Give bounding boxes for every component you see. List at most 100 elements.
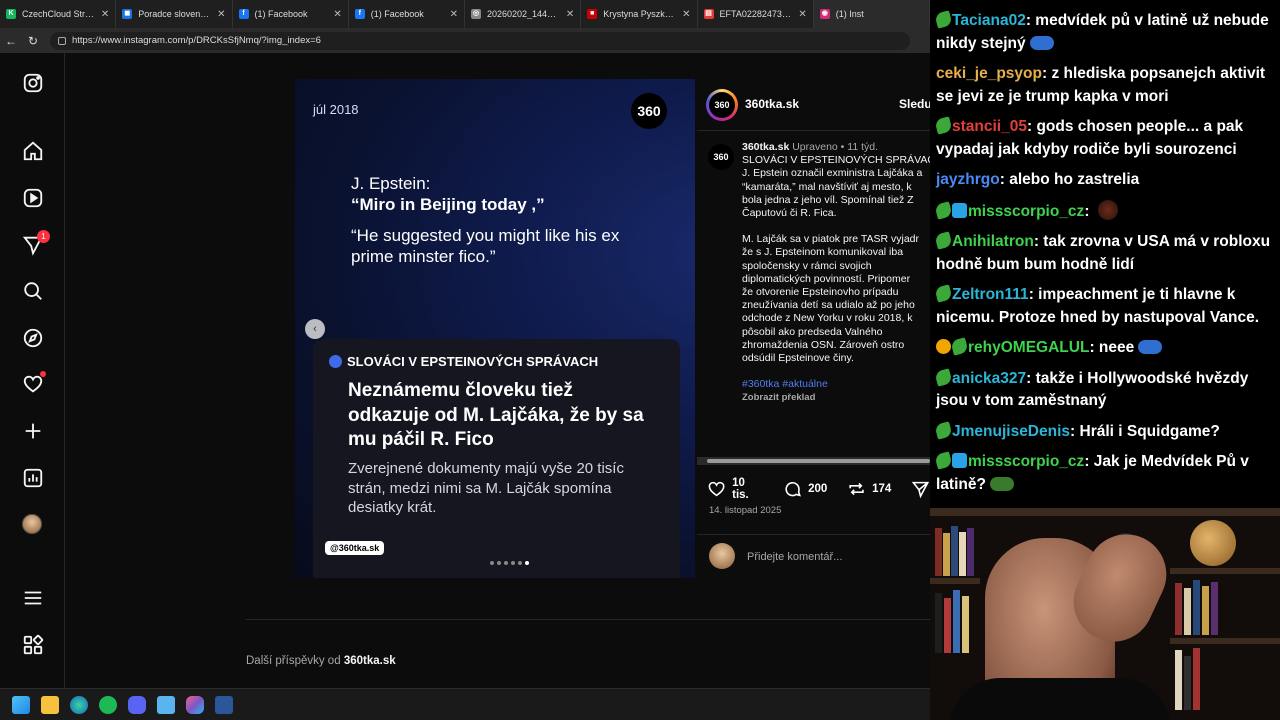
- card-kicker: SLOVÁCI V EPSTEINOVÝCH SPRÁVACH: [329, 354, 598, 369]
- chat-username[interactable]: jayzhrgo: [936, 171, 1000, 188]
- carousel-dot[interactable]: [497, 561, 501, 565]
- repost-count: 174: [872, 483, 892, 495]
- tab-close-icon[interactable]: ✕: [450, 9, 458, 20]
- chat-username[interactable]: JmenujiseDenis: [952, 423, 1070, 440]
- meta-apps-icon[interactable]: [22, 634, 44, 656]
- menu-icon[interactable]: [22, 587, 44, 609]
- chat-username[interactable]: Taciana02: [952, 12, 1026, 29]
- messages-icon[interactable]: 1: [22, 230, 50, 256]
- more-posts-user[interactable]: 360tka.sk: [344, 655, 396, 667]
- quote-name: J. Epstein:: [351, 174, 431, 193]
- discord-icon[interactable]: [128, 695, 146, 714]
- carousel-dot[interactable]: [518, 561, 522, 565]
- reels-icon[interactable]: [22, 187, 44, 209]
- instagram-logo-icon[interactable]: [22, 72, 44, 94]
- site-info-icon[interactable]: [58, 36, 66, 45]
- like-icon[interactable]: [707, 479, 726, 499]
- more-posts-heading: Další příspěvky od 360tka.sk: [246, 655, 396, 667]
- carousel-dot-active[interactable]: [525, 561, 529, 565]
- tab-close-icon[interactable]: ✕: [217, 9, 225, 20]
- quote-line-1: “Miro in Beijing today ,”: [351, 195, 545, 214]
- caption-line: odchode z New Yorku v roku 2018, k: [742, 312, 913, 325]
- chat-username[interactable]: rehyOMEGALUL: [968, 339, 1089, 356]
- tab-close-icon[interactable]: ✕: [101, 9, 109, 20]
- caption-line: Čaputovú či R. Fica.: [742, 207, 837, 220]
- caption-line: M. Lajčák sa v piatok pre TASR vyjadr: [742, 233, 920, 246]
- browser-tab[interactable]: ◎ 20260202_144818.jpg (1 ✕: [465, 0, 582, 28]
- carousel-dot[interactable]: [490, 561, 494, 565]
- leaf-badge-icon: [934, 116, 953, 135]
- webcam-feed: [930, 508, 1280, 720]
- notifications-icon[interactable]: [22, 371, 46, 395]
- browser-tab[interactable]: f (1) Facebook ✕: [233, 0, 349, 28]
- edge-icon[interactable]: [70, 695, 88, 714]
- post-image[interactable]: júl 2018 360 J. Epstein: “Miro in Beijin…: [295, 79, 695, 578]
- caption-line: “kamaráta,” mal navštíviť aj mesto, k: [742, 180, 912, 193]
- chat-username[interactable]: missscorpio_cz: [968, 203, 1084, 220]
- carousel-dot[interactable]: [511, 561, 515, 565]
- notepad-icon[interactable]: [157, 695, 175, 714]
- tab-close-icon[interactable]: ✕: [333, 9, 341, 20]
- horizontal-scrollbar[interactable]: [697, 457, 930, 465]
- browser-tab[interactable]: ◉ (1) Inst: [813, 0, 930, 28]
- explore-icon[interactable]: [22, 327, 44, 349]
- chat-username[interactable]: anicka327: [952, 370, 1026, 387]
- tab-close-icon[interactable]: ✕: [798, 9, 806, 20]
- chat-message: missscorpio_cz: Jak je Medvídek Pů v lat…: [934, 451, 1249, 493]
- caption-username[interactable]: 360tka.sk: [742, 141, 789, 153]
- chat-username[interactable]: missscorpio_cz: [968, 453, 1084, 470]
- frog-blue-emote-icon: [1029, 35, 1054, 50]
- post-header: 360 360tka.sk Sledu...: [697, 79, 942, 131]
- reload-icon[interactable]: ↻: [22, 34, 44, 48]
- word-icon[interactable]: [215, 695, 233, 714]
- tab-close-icon[interactable]: ✕: [682, 9, 690, 20]
- author-username[interactable]: 360tka.sk: [745, 97, 799, 111]
- profile-avatar[interactable]: [22, 514, 44, 536]
- tab-close-icon[interactable]: ✕: [566, 9, 574, 20]
- browser-tab[interactable]: K CzechCloud Stream - Wa ✕: [0, 0, 117, 28]
- caption-line: že s J. Epsteinom komunikoval iba: [742, 246, 904, 259]
- tab-title: Krystyna Pyszková o kau: [603, 9, 677, 19]
- browser-tab[interactable]: ◼ Poradce slovenského pre ✕: [116, 0, 233, 28]
- search-icon[interactable]: [22, 280, 44, 302]
- share-icon[interactable]: [911, 479, 930, 499]
- chat-message: JmenujiseDenis: Hráli i Squidgame?: [934, 420, 1275, 444]
- caption-avatar[interactable]: 360: [708, 144, 734, 170]
- translate-link[interactable]: Zobrazit překlad: [742, 391, 937, 404]
- kicker-text: SLOVÁCI V EPSTEINOVÝCH SPRÁVACH: [347, 354, 599, 369]
- home-icon[interactable]: [22, 140, 44, 162]
- previous-image-button[interactable]: ‹: [305, 319, 325, 339]
- url-field[interactable]: https://www.instagram.com/p/DRCKsSfjNmq/…: [50, 31, 910, 50]
- comment-icon[interactable]: [783, 479, 802, 499]
- tab-favicon-icon: f: [238, 9, 249, 19]
- chat-text: alebo ho zastrelia: [1009, 171, 1140, 188]
- file-explorer-icon[interactable]: [41, 695, 59, 714]
- caption-line: že otvorenie Epsteinovho prípadu: [742, 286, 899, 299]
- repost-icon[interactable]: [847, 479, 866, 499]
- back-icon[interactable]: ←: [0, 34, 22, 48]
- start-icon[interactable]: [12, 695, 30, 714]
- chat-username[interactable]: ceki_je_psyop: [936, 65, 1042, 82]
- spotify-icon[interactable]: [99, 695, 117, 714]
- leaf-badge-icon: [934, 284, 953, 303]
- chat-username[interactable]: Zeltron111: [952, 286, 1029, 303]
- browser-tab[interactable]: ■ Krystyna Pyszková o kau ✕: [581, 0, 698, 28]
- create-icon[interactable]: [22, 420, 44, 442]
- browser-tab[interactable]: ▤ EFTA02282473.pdf ✕: [698, 0, 814, 28]
- leaf-badge-icon: [934, 451, 953, 470]
- comment-input[interactable]: Přidejte komentář...: [747, 551, 842, 563]
- dashboard-icon[interactable]: [22, 467, 44, 489]
- browser-tab[interactable]: f (1) Facebook ✕: [349, 0, 465, 28]
- tab-favicon-icon: ◼: [122, 9, 133, 19]
- carousel-dots: [490, 561, 529, 565]
- instagram-sidebar: 1: [0, 53, 65, 688]
- coin-badge-icon: [936, 339, 951, 354]
- author-avatar[interactable]: 360: [706, 89, 738, 121]
- messages-badge: 1: [37, 230, 50, 243]
- chat-username[interactable]: stancii_05: [952, 118, 1027, 135]
- caption-hashtags[interactable]: #360tka #aktuálne: [742, 378, 937, 391]
- copilot-icon[interactable]: [186, 695, 204, 714]
- carousel-dot[interactable]: [504, 561, 508, 565]
- chat-message: stancii_05: gods chosen people... a pak …: [934, 116, 1244, 158]
- chat-username[interactable]: Anihilatron: [952, 233, 1034, 250]
